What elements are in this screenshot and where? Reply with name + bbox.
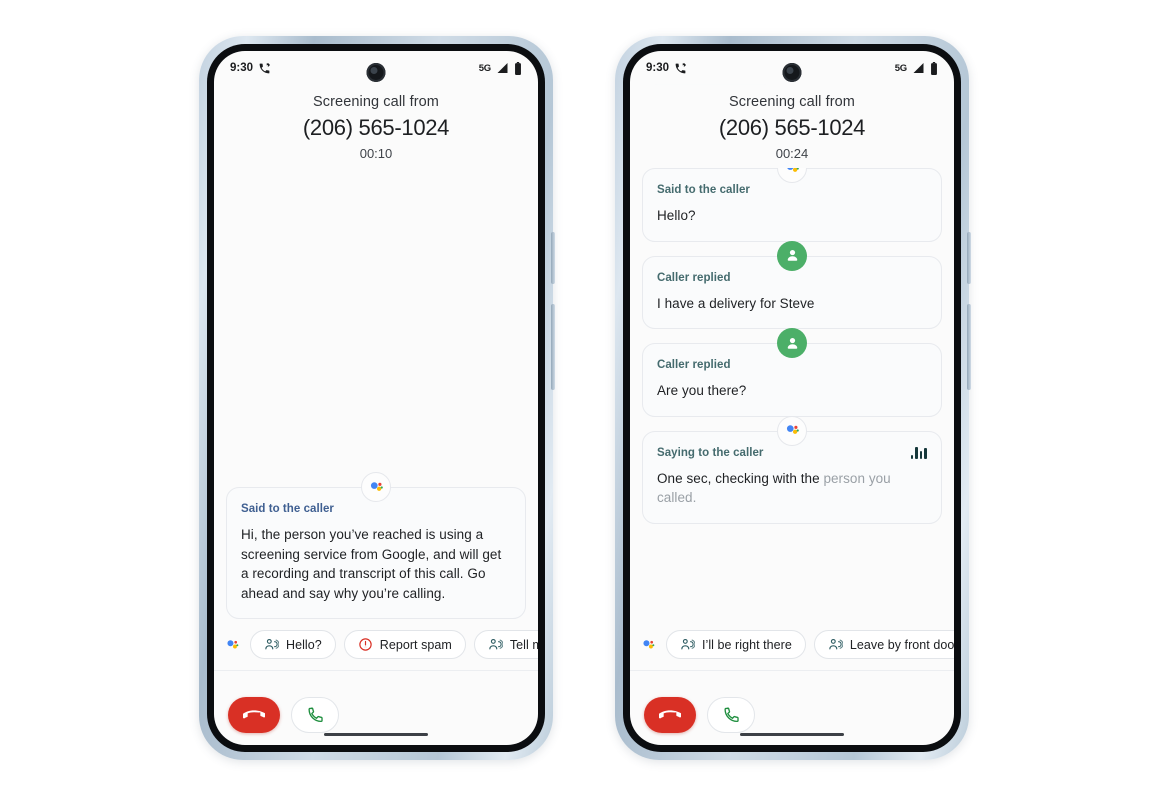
report-spam-icon bbox=[358, 637, 373, 652]
google-assistant-icon bbox=[777, 415, 807, 446]
transcript-item: Said to the caller Hello? bbox=[642, 168, 942, 242]
speak-aloud-icon bbox=[680, 637, 695, 652]
chip-ill-be-right-there[interactable]: I’ll be right there bbox=[666, 630, 806, 659]
bubble-message-spoken: One sec, checking with the bbox=[657, 470, 824, 486]
phone-device-left: 9:30 5G Screening call from (206) 565-10… bbox=[199, 36, 555, 760]
bubble-message-text: Are you there? bbox=[657, 383, 747, 398]
bubble-message-text: Hi, the person you’ve reached is using a… bbox=[241, 527, 502, 601]
signal-bars-icon bbox=[912, 62, 925, 74]
status-bar: 9:30 5G bbox=[214, 51, 538, 85]
answer-call-icon bbox=[723, 706, 740, 723]
bubble-speaker-label: Said to the caller bbox=[657, 184, 750, 196]
volume-button[interactable] bbox=[967, 304, 971, 390]
bubble-message-text: One sec, checking with the person you ca… bbox=[657, 469, 927, 508]
bubble-message-text: I have a delivery for Steve bbox=[657, 295, 815, 311]
transcript-list-right[interactable]: Said to the caller Hello? Caller replied… bbox=[630, 168, 954, 619]
battery-full-icon bbox=[514, 61, 522, 75]
transcript-list-left[interactable]: Said to the caller Hi, the person you’ve… bbox=[214, 168, 538, 619]
quick-reply-chips-row[interactable]: Hello? Report spam Tell bbox=[214, 619, 538, 671]
screenshot-stage: 9:30 5G Screening call from (206) 565-10… bbox=[0, 0, 1171, 800]
chip-hello[interactable]: Hello? bbox=[250, 630, 336, 659]
caller-number: (206) 565-1024 bbox=[718, 115, 866, 140]
status-time: 9:30 bbox=[646, 62, 670, 74]
speak-aloud-icon bbox=[264, 637, 279, 652]
phone-screen-left: 9:30 5G Screening call from (206) 565-10… bbox=[214, 51, 538, 745]
chip-tell-me-more[interactable]: Tell me more bbox=[473, 630, 538, 659]
chip-label: Tell me more bbox=[509, 637, 538, 652]
signal-bars-icon bbox=[496, 62, 509, 74]
end-call-button[interactable] bbox=[228, 696, 280, 733]
bubble-speaker-label: Saying to the caller bbox=[657, 446, 764, 459]
home-indicator[interactable] bbox=[740, 732, 844, 736]
phone-screen-right: 9:30 5G Screening call from (206) 565-10… bbox=[630, 51, 954, 745]
end-call-icon bbox=[243, 704, 265, 726]
transcript-item: Said to the caller Hi, the person you’ve… bbox=[226, 472, 526, 619]
screening-label: Screening call from bbox=[728, 94, 855, 110]
home-indicator[interactable] bbox=[324, 732, 428, 736]
call-screening-icon bbox=[674, 62, 687, 75]
call-header: Screening call from (206) 565-1024 00:10 bbox=[214, 85, 538, 168]
chip-report-spam[interactable]: Report spam bbox=[343, 630, 466, 659]
phone-device-right: 9:30 5G Screening call from (206) 565-10… bbox=[615, 36, 971, 760]
chip-label: I’ll be right there bbox=[702, 637, 792, 652]
chip-label: Leave by front door bbox=[849, 637, 954, 652]
call-timer: 00:10 bbox=[359, 146, 393, 161]
power-button[interactable] bbox=[967, 232, 971, 284]
screening-label: Screening call from bbox=[312, 94, 439, 110]
google-assistant-icon bbox=[224, 636, 242, 654]
google-assistant-icon bbox=[361, 472, 391, 502]
transcript-item-active: Saying to the caller One sec, checking w… bbox=[642, 415, 942, 524]
bubble-message-text: Hello? bbox=[657, 208, 696, 223]
quick-reply-chips-row[interactable]: I’ll be right there Leave by front door bbox=[630, 619, 954, 671]
network-type-label: 5G bbox=[478, 62, 491, 74]
answer-call-button[interactable] bbox=[291, 696, 339, 733]
transcript-bubble: Said to the caller Hi, the person you’ve… bbox=[226, 487, 526, 619]
speak-aloud-icon bbox=[488, 637, 503, 652]
call-screening-icon bbox=[258, 62, 271, 75]
end-call-button[interactable] bbox=[644, 696, 696, 733]
speak-aloud-icon bbox=[828, 637, 843, 652]
transcript-item: Caller replied I have a delivery for Ste… bbox=[642, 240, 942, 329]
end-call-icon bbox=[659, 704, 681, 726]
caller-number: (206) 565-1024 bbox=[302, 115, 450, 140]
chip-label: Hello? bbox=[286, 637, 322, 652]
network-type-label: 5G bbox=[894, 62, 907, 74]
answer-call-button[interactable] bbox=[707, 696, 755, 733]
transcript-item: Caller replied Are you there? bbox=[642, 328, 942, 417]
status-time: 9:30 bbox=[230, 62, 254, 74]
speaking-waveform-icon bbox=[910, 446, 927, 459]
person-icon bbox=[777, 240, 807, 271]
bubble-speaker-label: Said to the caller bbox=[241, 503, 334, 515]
bubble-speaker-label: Caller replied bbox=[657, 359, 731, 371]
call-header: Screening call from (206) 565-1024 00:24 bbox=[630, 85, 954, 168]
battery-full-icon bbox=[930, 61, 938, 75]
answer-call-icon bbox=[307, 706, 324, 723]
status-bar: 9:30 5G bbox=[630, 51, 954, 85]
bubble-speaker-label: Caller replied bbox=[657, 271, 731, 284]
chip-label: Report spam bbox=[379, 637, 452, 652]
google-assistant-icon bbox=[640, 636, 658, 654]
call-timer: 00:24 bbox=[775, 146, 809, 161]
volume-button[interactable] bbox=[551, 304, 555, 390]
power-button[interactable] bbox=[551, 232, 555, 284]
person-icon bbox=[777, 328, 807, 358]
chip-leave-by-front-door[interactable]: Leave by front door bbox=[813, 630, 954, 659]
